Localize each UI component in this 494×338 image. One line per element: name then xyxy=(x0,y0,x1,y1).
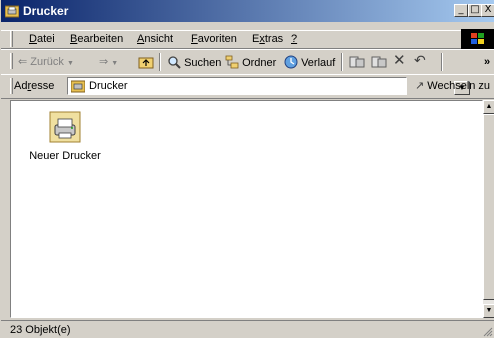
menu-extras-label: tras xyxy=(264,33,284,45)
status-bar: 23 Objekt(e) xyxy=(1,320,494,338)
undo-button[interactable]: ↶ xyxy=(414,53,426,69)
menu-datei-accel: D xyxy=(29,33,37,45)
go-label: Wechseln zu xyxy=(427,80,491,92)
search-label: Suchen xyxy=(184,57,222,69)
minimize-button[interactable]: _ xyxy=(454,4,468,17)
back-arrow-icon: ⇐ xyxy=(18,55,28,68)
chevron-down-icon: ▼ xyxy=(66,60,74,67)
address-label: Adresse xyxy=(14,80,54,93)
title-bar[interactable]: Drucker _ □ X xyxy=(1,0,494,22)
menu-ansicht[interactable]: Ansicht xyxy=(137,33,173,46)
address-value: Drucker xyxy=(89,80,128,92)
copy-to-icon xyxy=(371,56,387,68)
menu-bearbeiten-label: earbeiten xyxy=(77,33,124,45)
item-label[interactable]: Neuer Drucker xyxy=(21,150,109,163)
menu-favoriten[interactable]: Favoriten xyxy=(191,33,237,46)
up-folder-icon xyxy=(138,57,154,69)
go-arrow-icon: ↗ xyxy=(415,79,425,92)
move-to-button[interactable] xyxy=(349,55,365,69)
windows-logo xyxy=(461,29,494,49)
address-label-pre: Ad xyxy=(14,80,28,92)
history-icon xyxy=(284,55,298,69)
folders-tree-icon xyxy=(225,55,239,69)
address-grip xyxy=(10,78,13,94)
delete-icon: ✕ xyxy=(393,51,406,69)
delete-button[interactable]: ✕ xyxy=(393,51,406,69)
search-button[interactable]: Suchen xyxy=(167,55,221,69)
toolbar-separator xyxy=(159,53,161,71)
explorer-window: Drucker _ □ X Datei Bearbeiten Ansicht F… xyxy=(0,0,494,338)
move-to-icon xyxy=(349,56,365,68)
add-printer-icon[interactable] xyxy=(49,111,81,143)
maximize-button[interactable]: □ xyxy=(468,4,482,17)
menu-ansicht-label: nsicht xyxy=(144,33,174,45)
history-button[interactable]: Verlauf xyxy=(284,55,335,69)
toolbar-separator xyxy=(441,53,443,71)
folders-label: Ordner xyxy=(242,57,277,69)
menu-grip xyxy=(10,31,13,47)
back-button[interactable]: ⇐ Zurück ▼ xyxy=(18,55,74,69)
status-text: 23 Objekt(e) xyxy=(10,324,71,336)
undo-icon: ↶ xyxy=(414,53,426,69)
printer-folder-icon xyxy=(71,80,85,93)
menu-bearbeiten[interactable]: Bearbeiten xyxy=(70,33,123,46)
menu-extras[interactable]: Extras xyxy=(252,33,283,46)
forward-button[interactable]: ⇒ ▼ xyxy=(99,55,118,69)
menu-datei-label: atei xyxy=(36,33,55,45)
menu-bar: Datei Bearbeiten Ansicht Favoriten Extra… xyxy=(1,30,494,49)
address-input[interactable]: Drucker ▼ xyxy=(67,77,470,95)
search-icon xyxy=(168,56,181,69)
vertical-scrollbar[interactable]: ▲ ▼ xyxy=(483,100,494,318)
standard-toolbar: ⇐ Zurück ▼ ⇒ ▼ Suchen Ordner Verlauf ✕ ↶… xyxy=(1,49,494,75)
copy-to-button[interactable] xyxy=(371,55,387,69)
toolbar-overflow-button[interactable]: » xyxy=(484,55,490,69)
chevron-up-icon: ▲ xyxy=(485,103,493,110)
back-label: Zurück xyxy=(30,56,64,68)
menu-help[interactable]: ? xyxy=(291,33,297,46)
menu-favoriten-label: avoriten xyxy=(197,33,237,45)
toolbar-grip xyxy=(10,53,13,69)
up-folder-button[interactable] xyxy=(138,55,154,69)
printer-folder-icon xyxy=(5,5,19,18)
forward-arrow-icon: ⇒ xyxy=(99,55,109,68)
window-title: Drucker xyxy=(23,4,69,18)
menu-datei[interactable]: Datei xyxy=(29,33,55,46)
history-label: Verlauf xyxy=(301,57,336,69)
resize-grip-icon[interactable] xyxy=(483,327,493,337)
scroll-thumb[interactable] xyxy=(483,114,494,300)
toolbar-separator xyxy=(341,53,343,71)
address-bar: Adresse Drucker ▼ ↗ Wechseln zu xyxy=(1,74,494,99)
close-button[interactable]: X xyxy=(481,4,494,17)
chevron-down-icon: ▼ xyxy=(111,60,119,67)
menu-favoriten-accel: F xyxy=(191,33,198,45)
address-label-rest: esse xyxy=(31,80,55,92)
menu-help-accel: ? xyxy=(291,33,298,45)
scroll-up-button[interactable]: ▲ xyxy=(483,100,494,114)
chevron-down-icon: ▼ xyxy=(485,307,493,314)
go-button[interactable]: ↗ Wechseln zu xyxy=(415,79,490,93)
folders-button[interactable]: Ordner xyxy=(225,55,276,69)
windows-flag-icon xyxy=(471,33,484,44)
scroll-down-button[interactable]: ▼ xyxy=(483,304,494,318)
